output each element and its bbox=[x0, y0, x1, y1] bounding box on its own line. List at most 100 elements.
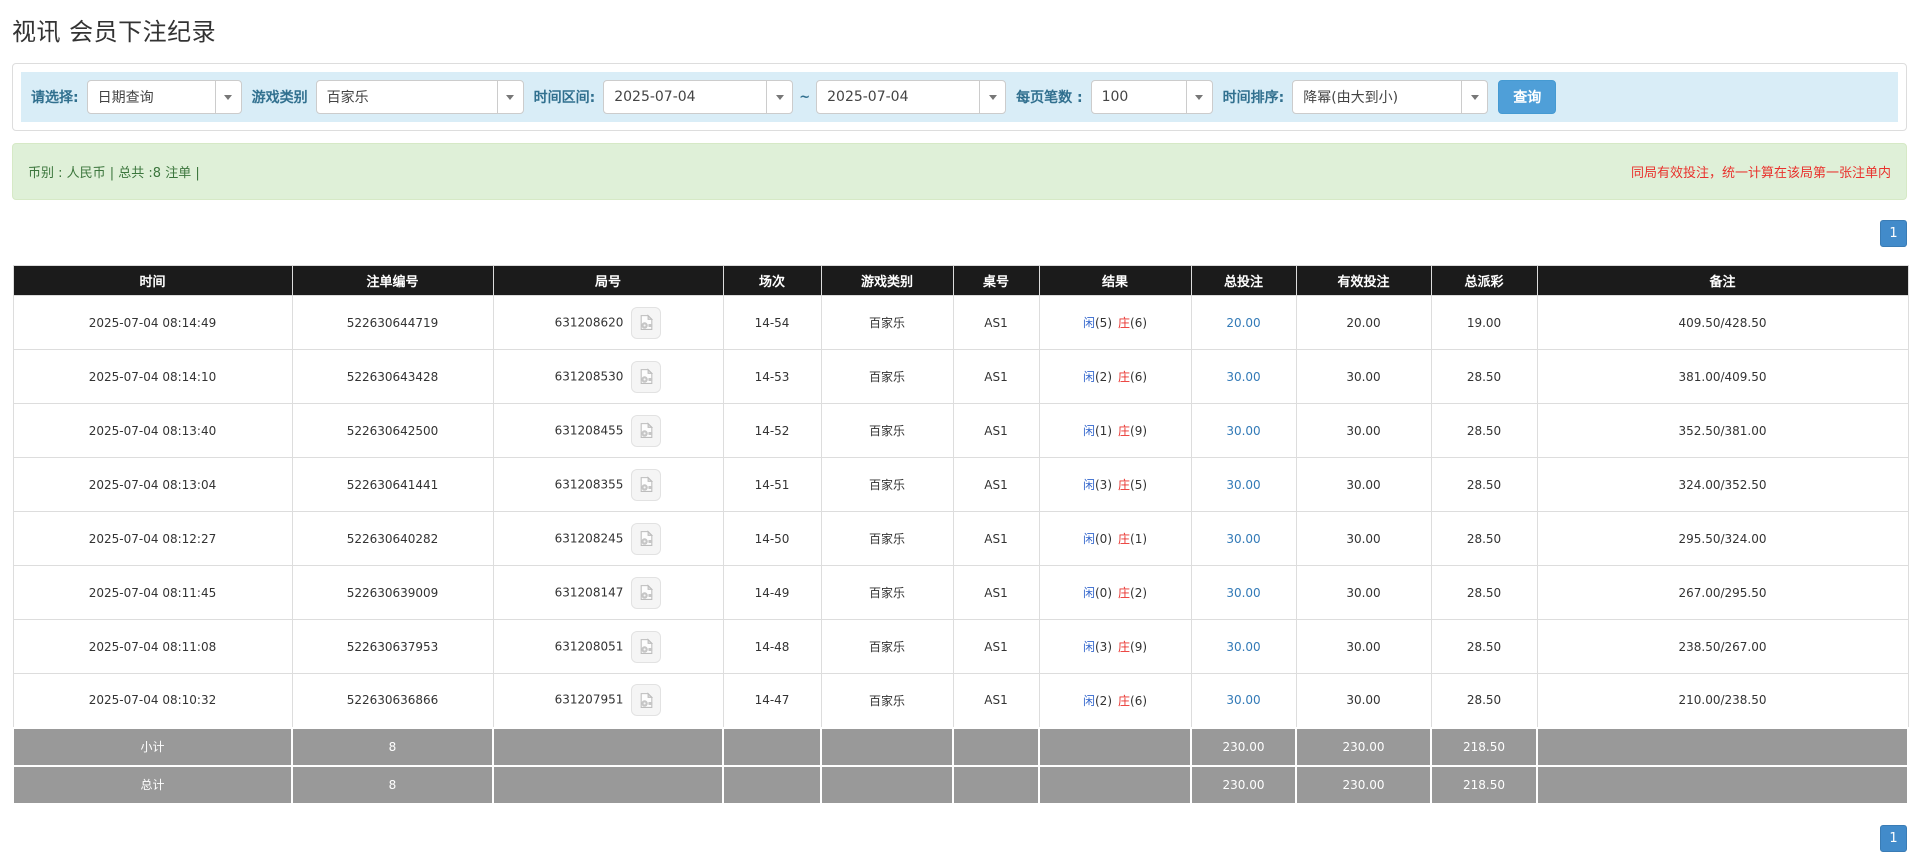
result-player-score: (1) bbox=[1095, 424, 1112, 438]
result-player-score: (3) bbox=[1095, 640, 1112, 654]
cell-valid-bet: 30.00 bbox=[1295, 403, 1432, 458]
cell-payout: 28.50 bbox=[1430, 619, 1538, 674]
cell-result: 闲(1) 庄(9) bbox=[1038, 403, 1192, 458]
cell-bet-id: 522630643428 bbox=[291, 349, 494, 404]
cell-game-type: 百家乐 bbox=[820, 511, 954, 566]
result-banker-score: (6) bbox=[1130, 693, 1148, 708]
cell-table-no: AS1 bbox=[952, 403, 1040, 458]
cell-time: 2025-07-04 08:13:04 bbox=[12, 457, 293, 512]
cell-remark: 267.00/295.50 bbox=[1536, 565, 1909, 620]
total-bet-link[interactable]: 30.00 bbox=[1226, 693, 1260, 707]
date-to-select[interactable]: 2025-07-04 bbox=[816, 80, 1007, 114]
cell-total-bet: 30.00 bbox=[1190, 403, 1297, 458]
date-from-select[interactable]: 2025-07-04 bbox=[603, 80, 794, 114]
round-id: 631207951 bbox=[554, 692, 624, 707]
table-row: 2025-07-04 08:14:49 522630644719 6312086… bbox=[12, 295, 1909, 350]
total-bet-link[interactable]: 30.00 bbox=[1226, 424, 1260, 438]
cell-round: 631208530 bbox=[492, 349, 724, 404]
result-player: 闲 bbox=[1082, 693, 1095, 708]
sort-order-value: 降幂(由大到小) bbox=[1303, 90, 1399, 106]
result-player: 闲 bbox=[1082, 640, 1095, 654]
game-type-value: 百家乐 bbox=[326, 90, 369, 106]
video-replay-icon[interactable] bbox=[631, 414, 662, 447]
table-row: 2025-07-04 08:11:45 522630639009 6312081… bbox=[12, 565, 1909, 620]
total-payout: 218.50 bbox=[1430, 764, 1538, 805]
query-type-label: 请选择: bbox=[31, 90, 79, 106]
cell-session: 14-47 bbox=[722, 673, 822, 728]
chevron-down-icon bbox=[766, 81, 792, 113]
result-player-score: (3) bbox=[1095, 478, 1112, 492]
date-to-value: 2025-07-04 bbox=[827, 89, 909, 105]
result-banker: 庄 bbox=[1118, 693, 1131, 708]
cell-result: 闲(0) 庄(2) bbox=[1038, 565, 1192, 620]
notice-text: 同局有效投注，统一计算在该局第一张注单内 bbox=[1630, 166, 1891, 181]
page-1-button[interactable]: 1 bbox=[1880, 824, 1907, 852]
round-id: 631208620 bbox=[554, 315, 624, 329]
video-replay-icon[interactable] bbox=[631, 360, 662, 393]
subtotal-valid-bet: 230.00 bbox=[1295, 726, 1432, 767]
video-replay-icon[interactable] bbox=[631, 630, 662, 663]
result-banker-score: (6) bbox=[1130, 370, 1148, 384]
game-type-select[interactable]: 百家乐 bbox=[315, 80, 524, 114]
cell-remark: 352.50/381.00 bbox=[1536, 403, 1909, 458]
video-replay-icon[interactable] bbox=[631, 522, 662, 555]
result-player-score: (0) bbox=[1095, 532, 1112, 546]
cell-result: 闲(5) 庄(6) bbox=[1038, 295, 1192, 350]
cell-game-type: 百家乐 bbox=[820, 457, 954, 512]
cell-bet-id: 522630640282 bbox=[291, 511, 494, 566]
cell-remark: 238.50/267.00 bbox=[1536, 619, 1909, 674]
subtotal-row: 小计 8 230.00 230.00 218.50 bbox=[12, 726, 1909, 767]
total-bet-link[interactable]: 20.00 bbox=[1226, 316, 1260, 330]
time-range-label: 时间区间: bbox=[533, 90, 596, 106]
table-header-row: 时间 注单编号 局号 场次 游戏类别 桌号 结果 总投注 有效投注 总派彩 备注 bbox=[12, 265, 1909, 296]
cell-table-no: AS1 bbox=[952, 673, 1040, 728]
total-bet-link[interactable]: 30.00 bbox=[1226, 532, 1260, 546]
total-bet-link[interactable]: 30.00 bbox=[1226, 370, 1260, 384]
query-type-value: 日期查询 bbox=[97, 90, 154, 106]
page-size-label: 每页笔数 : bbox=[1016, 90, 1083, 106]
col-header-bet-id: 注单编号 bbox=[291, 265, 494, 296]
page-size-value: 100 bbox=[1101, 89, 1129, 105]
query-type-select[interactable]: 日期查询 bbox=[86, 80, 242, 114]
date-range-tilde: ~ bbox=[799, 89, 811, 105]
total-valid-bet: 230.00 bbox=[1295, 764, 1432, 805]
col-header-result: 结果 bbox=[1038, 265, 1192, 296]
total-bet-link[interactable]: 30.00 bbox=[1226, 478, 1260, 492]
video-replay-icon[interactable] bbox=[631, 468, 662, 501]
search-button[interactable]: 查询 bbox=[1498, 80, 1557, 114]
date-from-value: 2025-07-04 bbox=[614, 89, 696, 105]
video-replay-icon[interactable] bbox=[631, 684, 662, 717]
cell-payout: 28.50 bbox=[1430, 511, 1538, 566]
col-header-valid-bet: 有效投注 bbox=[1295, 265, 1432, 296]
cell-remark: 295.50/324.00 bbox=[1536, 511, 1909, 566]
cell-valid-bet: 30.00 bbox=[1295, 457, 1432, 512]
filter-panel: 请选择: 日期查询 游戏类别 百家乐 时间区间: 2025-07-04 ~ 20… bbox=[12, 63, 1907, 131]
result-banker-score: (2) bbox=[1130, 586, 1148, 600]
result-banker: 庄 bbox=[1118, 640, 1131, 654]
video-replay-icon[interactable] bbox=[631, 576, 662, 609]
cell-time: 2025-07-04 08:14:10 bbox=[12, 349, 293, 404]
cell-time: 2025-07-04 08:11:45 bbox=[12, 565, 293, 620]
col-header-session: 场次 bbox=[722, 265, 822, 296]
cell-session: 14-53 bbox=[722, 349, 822, 404]
cell-payout: 28.50 bbox=[1430, 565, 1538, 620]
cell-remark: 409.50/428.50 bbox=[1536, 295, 1909, 350]
sort-order-select[interactable]: 降幂(由大到小) bbox=[1292, 80, 1489, 114]
table-row: 2025-07-04 08:13:04 522630641441 6312083… bbox=[12, 457, 1909, 512]
page-1-button[interactable]: 1 bbox=[1880, 220, 1907, 247]
total-bet-link[interactable]: 30.00 bbox=[1226, 640, 1260, 654]
cell-table-no: AS1 bbox=[952, 511, 1040, 566]
filter-bar: 请选择: 日期查询 游戏类别 百家乐 时间区间: 2025-07-04 ~ 20… bbox=[21, 72, 1898, 122]
cell-valid-bet: 30.00 bbox=[1295, 619, 1432, 674]
cell-bet-id: 522630641441 bbox=[291, 457, 494, 512]
video-replay-icon[interactable] bbox=[631, 306, 662, 339]
total-bet-link[interactable]: 30.00 bbox=[1226, 586, 1260, 600]
page-size-select[interactable]: 100 bbox=[1090, 80, 1213, 114]
cell-round: 631208355 bbox=[492, 457, 724, 512]
subtotal-count: 8 bbox=[291, 726, 494, 767]
cell-session: 14-49 bbox=[722, 565, 822, 620]
cell-payout: 28.50 bbox=[1430, 673, 1538, 728]
table-row: 2025-07-04 08:13:40 522630642500 6312084… bbox=[12, 403, 1909, 458]
subtotal-total-bet: 230.00 bbox=[1190, 726, 1297, 767]
result-player: 闲 bbox=[1082, 586, 1095, 600]
